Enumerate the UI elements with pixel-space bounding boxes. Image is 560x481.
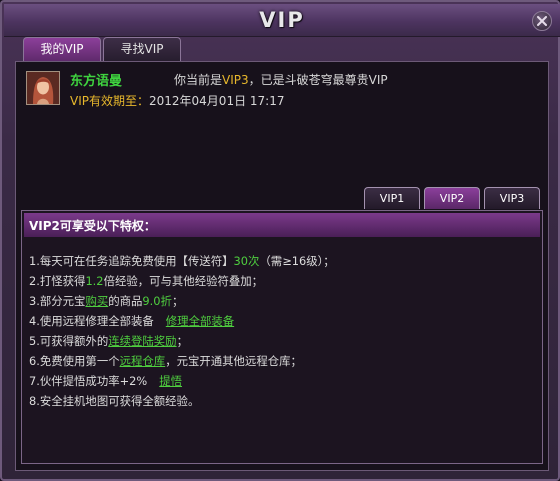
perk-text: 7.伙伴提悟成功率+2% xyxy=(29,374,148,388)
perk-text: 8.安全挂机地图可获得全额经验。 xyxy=(29,394,200,408)
perk-item-5: 5.可获得额外的连续登陆奖励； xyxy=(29,333,188,349)
vip-status: 你当前是VIP3，已是斗破苍穹最尊贵VIP xyxy=(174,71,388,88)
close-icon xyxy=(537,16,547,26)
close-button[interactable] xyxy=(532,11,552,31)
tab-vip3[interactable]: VIP3 xyxy=(484,187,540,209)
perk-highlight: 1.2 xyxy=(85,274,104,288)
perk-text: 2.打怪获得 xyxy=(29,274,86,288)
perks-title: VIP2可享受以下特权： xyxy=(29,219,156,233)
repair-all-link[interactable]: 修理全部装备 xyxy=(166,314,234,328)
perk-item-2: 2.打怪获得1.2倍经验，可与其他经验符叠加； xyxy=(29,273,263,289)
perk-text: ，元宝开通其他远程仓库； xyxy=(165,354,302,368)
avatar xyxy=(26,71,60,105)
remote-storage-link[interactable]: 远程仓库 xyxy=(120,354,166,368)
perk-text: ； xyxy=(176,334,188,348)
perk-text: 4.使用远程修理全部装备 xyxy=(29,314,154,328)
perk-item-6: 6.免费使用第一个远程仓库，元宝开通其他远程仓库； xyxy=(29,353,302,369)
expiry-date: 2012年04月01日 17:17 xyxy=(149,94,285,108)
perk-text: 5.可获得额外的 xyxy=(29,334,109,348)
perk-text: 6.免费使用第一个 xyxy=(29,354,120,368)
perk-item-7: 7.伙伴提悟成功率+2% 提悟 xyxy=(29,373,182,389)
tab-vip2[interactable]: VIP2 xyxy=(424,187,480,209)
perks-header: VIP2可享受以下特权： xyxy=(24,213,540,237)
status-suffix: ，已是斗破苍穹最尊贵VIP xyxy=(248,73,388,87)
perk-item-8: 8.安全挂机地图可获得全额经验。 xyxy=(29,393,199,409)
perks-panel: VIP2可享受以下特权： 1.每天可在任务追踪免费使用【传送符】30次（需≥16… xyxy=(21,210,543,464)
vip-window: VIP 我的VIP 寻找VIP 东方语曼 你当前是VIP3，已是斗破苍穹最尊贵V… xyxy=(0,0,560,481)
tab-find-vip[interactable]: 寻找VIP xyxy=(103,37,181,61)
user-name: 东方语曼 xyxy=(70,74,123,89)
perk-text: ； xyxy=(171,294,184,308)
vip-expiry: VIP有效期至：2012年04月01日 17:17 xyxy=(70,92,284,109)
perk-highlight: 9.0折 xyxy=(142,294,172,308)
tab-my-vip[interactable]: 我的VIP xyxy=(23,37,101,61)
vip-level: VIP3 xyxy=(222,73,249,87)
content-area: 东方语曼 你当前是VIP3，已是斗破苍穹最尊贵VIP VIP有效期至：2012年… xyxy=(15,61,549,471)
perk-item-1: 1.每天可在任务追踪免费使用【传送符】30次（需≥16级）； xyxy=(29,253,335,269)
status-prefix: 你当前是 xyxy=(174,73,223,87)
perk-item-4: 4.使用远程修理全部装备 修理全部装备 xyxy=(29,313,234,329)
title-bar: VIP xyxy=(4,4,560,37)
login-reward-link[interactable]: 连续登陆奖励 xyxy=(108,334,176,348)
enlighten-link[interactable]: 提悟 xyxy=(159,374,182,388)
tab-vip1[interactable]: VIP1 xyxy=(364,187,420,209)
perk-text: 倍经验，可与其他经验符叠加； xyxy=(103,274,264,288)
perk-item-3: 3.部分元宝购买的商品9.0折； xyxy=(29,293,183,309)
expiry-label: VIP有效期至： xyxy=(70,94,149,108)
perk-text: 的商品 xyxy=(108,294,143,308)
perk-text: （需≥16级）； xyxy=(259,254,335,268)
perk-text: 1.每天可在任务追踪免费使用【传送符】 xyxy=(29,254,234,268)
window-title: VIP xyxy=(259,8,305,32)
purchase-link[interactable]: 购买 xyxy=(85,294,108,308)
perk-text: 3.部分元宝 xyxy=(29,294,86,308)
perk-highlight: 30次 xyxy=(233,254,260,268)
portrait-icon xyxy=(27,72,59,104)
